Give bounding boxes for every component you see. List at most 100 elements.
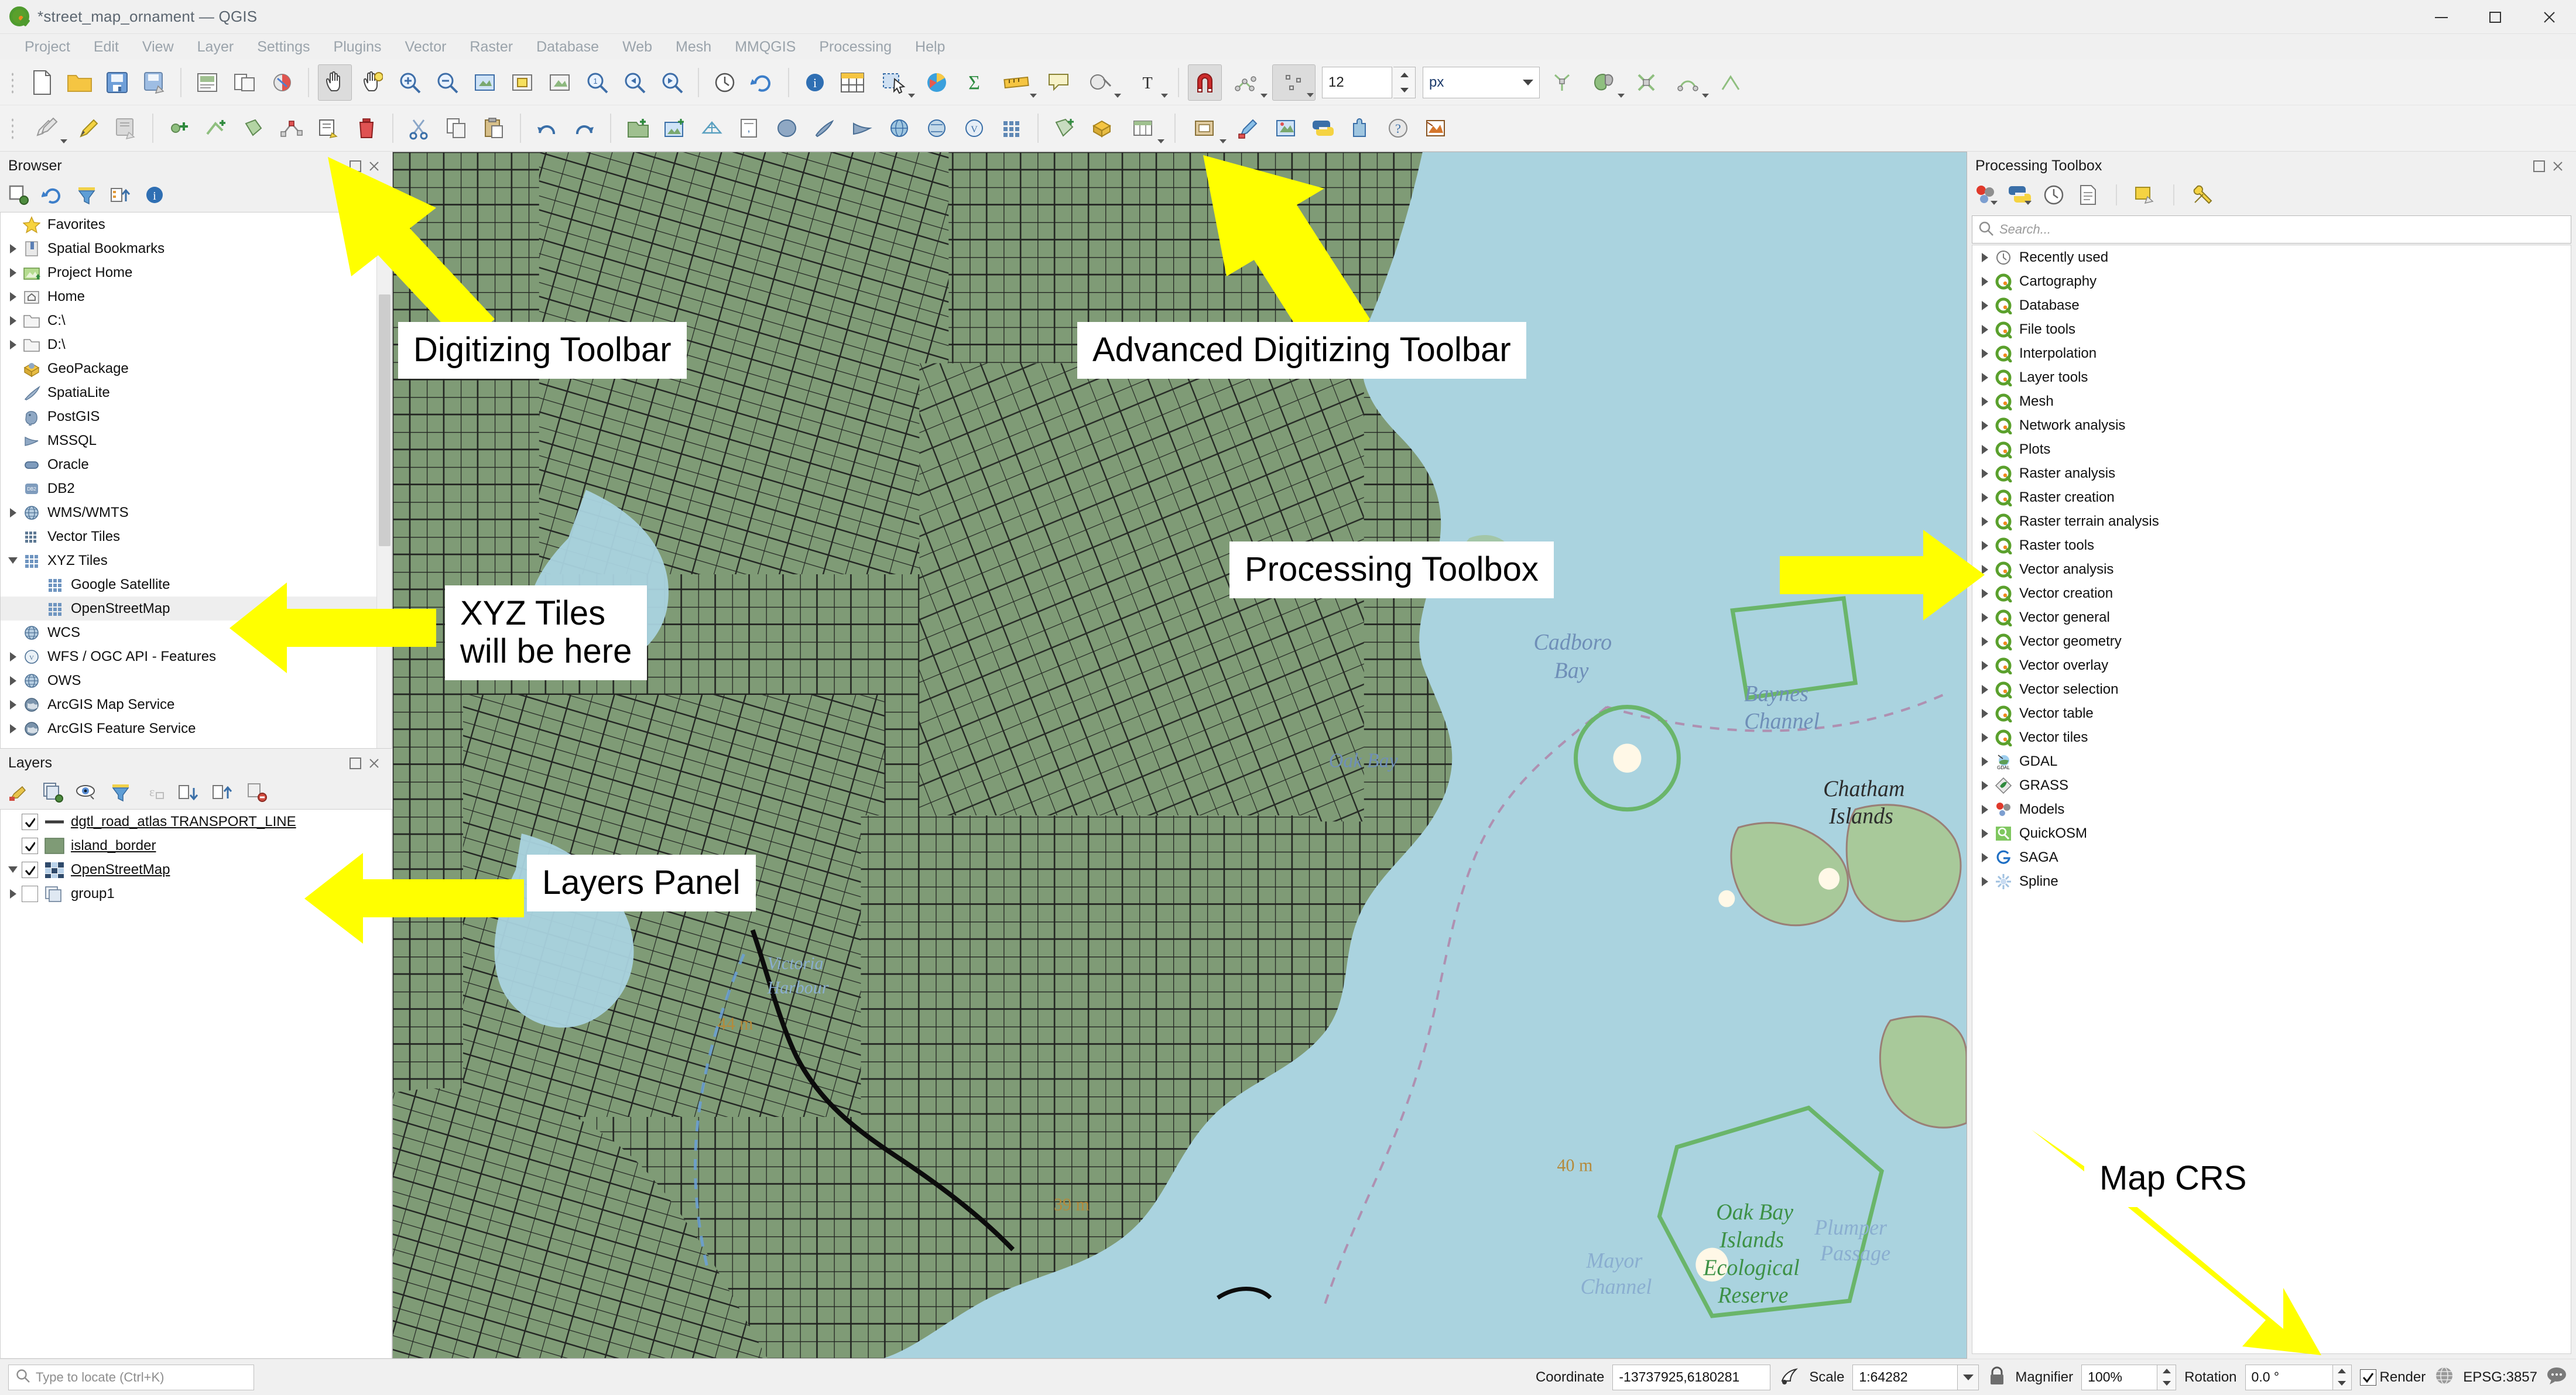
summation-icon[interactable]: Σ	[957, 64, 991, 101]
processing-group-raster-terrain-analysis[interactable]: Raster terrain analysis	[1972, 509, 2571, 533]
add-spatialite-layer-icon[interactable]	[807, 110, 841, 146]
select-features-icon[interactable]	[873, 64, 916, 101]
processing-search-input[interactable]: Search...	[1972, 215, 2571, 244]
layer-visibility-checkbox[interactable]	[22, 862, 38, 878]
toolbar-grip[interactable]	[7, 68, 18, 97]
help-contents-icon[interactable]: ?	[1381, 110, 1415, 146]
processing-group-vector-selection[interactable]: Vector selection	[1972, 677, 2571, 701]
expand-arrow[interactable]	[1976, 845, 1993, 869]
identify-features-icon[interactable]: i	[798, 64, 832, 101]
pan-map-icon[interactable]	[318, 64, 352, 101]
text-annotation-icon[interactable]: T	[1126, 64, 1169, 101]
models-icon[interactable]	[1973, 182, 1999, 208]
browser-item-ows[interactable]: OWS	[1, 669, 392, 693]
add-mesh-layer-icon[interactable]	[695, 110, 729, 146]
browser-item-spatialite[interactable]: SpatiaLite	[1, 381, 392, 405]
expand-arrow[interactable]	[1976, 365, 1993, 389]
results-viewer-icon[interactable]	[2075, 182, 2101, 208]
add-mssql-layer-icon[interactable]	[845, 110, 879, 146]
processing-close-icon[interactable]	[2551, 160, 2564, 173]
menu-mmqgis[interactable]: MMQGIS	[723, 39, 807, 56]
expand-arrow[interactable]	[1976, 413, 1993, 437]
zoom-layer-icon[interactable]	[543, 64, 577, 101]
menu-help[interactable]: Help	[903, 39, 957, 56]
menu-edit[interactable]: Edit	[82, 39, 131, 56]
add-group-icon[interactable]	[40, 779, 66, 805]
expand-arrow[interactable]	[1976, 629, 1993, 653]
messages-log-icon[interactable]	[2546, 1366, 2568, 1389]
browser-item-arcgis-map-service[interactable]: ArcGIS Map Service	[1, 693, 392, 717]
save-project-icon[interactable]	[100, 64, 134, 101]
processing-group-gdal[interactable]: GDALGDAL	[1972, 749, 2571, 773]
browser-item-wms-wmts[interactable]: WMS/WMTS	[1, 501, 392, 525]
processing-group-cartography[interactable]: Cartography	[1972, 269, 2571, 293]
scale-dropdown-arrow[interactable]	[1958, 1365, 1979, 1390]
menu-processing[interactable]: Processing	[807, 39, 903, 56]
maximize-button[interactable]	[2468, 0, 2522, 34]
copy-features-icon[interactable]	[440, 110, 474, 146]
open-attribute-table-icon[interactable]	[835, 64, 869, 101]
expand-arrow[interactable]	[1976, 653, 1993, 677]
filter-legend-expression-icon[interactable]: ε	[142, 779, 167, 805]
browser-item-c[interactable]: C:\	[1, 309, 392, 333]
zoom-next-icon[interactable]	[655, 64, 689, 101]
browser-close-icon[interactable]	[368, 160, 381, 173]
expand-arrow[interactable]	[1976, 461, 1993, 485]
statistical-summary-icon[interactable]	[920, 64, 954, 101]
zoom-last-icon[interactable]	[618, 64, 652, 101]
expand-arrow[interactable]	[4, 237, 22, 261]
refresh-icon[interactable]	[40, 182, 66, 208]
processing-group-file-tools[interactable]: File tools	[1972, 317, 2571, 341]
measure-line-icon[interactable]	[995, 64, 1038, 101]
browser-item-google-satellite[interactable]: Google Satellite	[1, 573, 392, 597]
browser-item-vector-tiles[interactable]: Vector Tiles	[1, 525, 392, 549]
redo-icon[interactable]	[567, 110, 601, 146]
rotation-stepper[interactable]: 0.0 °	[2245, 1365, 2352, 1390]
processing-undock-icon[interactable]	[2533, 160, 2546, 173]
processing-group-mesh[interactable]: Mesh	[1972, 389, 2571, 413]
browser-scrollbar[interactable]	[376, 212, 392, 748]
expand-arrow[interactable]	[1976, 509, 1993, 533]
filter-legend-icon[interactable]	[108, 779, 133, 805]
snapping-self-icon[interactable]	[1667, 64, 1710, 101]
menu-layer[interactable]: Layer	[186, 39, 246, 56]
expand-arrow[interactable]	[4, 501, 22, 525]
pan-to-selection-icon[interactable]	[355, 64, 389, 101]
new-project-icon[interactable]	[25, 64, 59, 101]
add-postgis-layer-icon[interactable]	[770, 110, 804, 146]
snapping-tolerance-arrows[interactable]	[1393, 67, 1416, 98]
browser-item-geopackage[interactable]: GeoPackage	[1, 357, 392, 381]
magnifier-arrows[interactable]	[2157, 1365, 2176, 1390]
add-wfs-layer-icon[interactable]: V	[957, 110, 991, 146]
modify-attributes-icon[interactable]	[312, 110, 346, 146]
style-manager-icon[interactable]	[265, 64, 299, 101]
menu-settings[interactable]: Settings	[245, 39, 321, 56]
magnifier-stepper[interactable]: 100%	[2081, 1365, 2176, 1390]
lock-scale-icon[interactable]	[1987, 1365, 2007, 1390]
browser-item-openstreetmap[interactable]: OpenStreetMap	[1, 597, 392, 621]
rotation-arrows[interactable]	[2333, 1365, 2352, 1390]
add-point-feature-icon[interactable]	[162, 110, 196, 146]
browser-item-mssql[interactable]: MSSQL	[1, 429, 392, 453]
mmqgis-icon[interactable]	[1419, 110, 1453, 146]
zoom-selection-icon[interactable]	[505, 64, 539, 101]
processing-group-plots[interactable]: Plots	[1972, 437, 2571, 461]
snapping-tolerance-value[interactable]: 12	[1322, 67, 1392, 98]
browser-item-db2[interactable]: DB2DB2	[1, 477, 392, 501]
add-xyz-layer-icon[interactable]	[995, 110, 1029, 146]
new-print-layout-icon[interactable]	[190, 64, 224, 101]
menu-project[interactable]: Project	[13, 39, 82, 56]
add-delimited-text-layer-icon[interactable]: ,	[732, 110, 766, 146]
add-vector-layer-icon[interactable]	[620, 110, 654, 146]
expand-arrow[interactable]	[1976, 245, 1993, 269]
save-layer-edits-icon[interactable]	[109, 110, 143, 146]
collapse-all-icon[interactable]	[108, 182, 133, 208]
processing-group-raster-creation[interactable]: Raster creation	[1972, 485, 2571, 509]
remove-layer-icon[interactable]	[244, 779, 269, 805]
snapping-options-icon[interactable]	[1225, 64, 1269, 101]
expand-arrow[interactable]	[1976, 677, 1993, 701]
processing-group-models[interactable]: Models	[1972, 797, 2571, 821]
snapping-units-select[interactable]: px	[1423, 67, 1540, 98]
expand-arrow[interactable]	[1976, 437, 1993, 461]
browser-item-home[interactable]: Home	[1, 285, 392, 309]
